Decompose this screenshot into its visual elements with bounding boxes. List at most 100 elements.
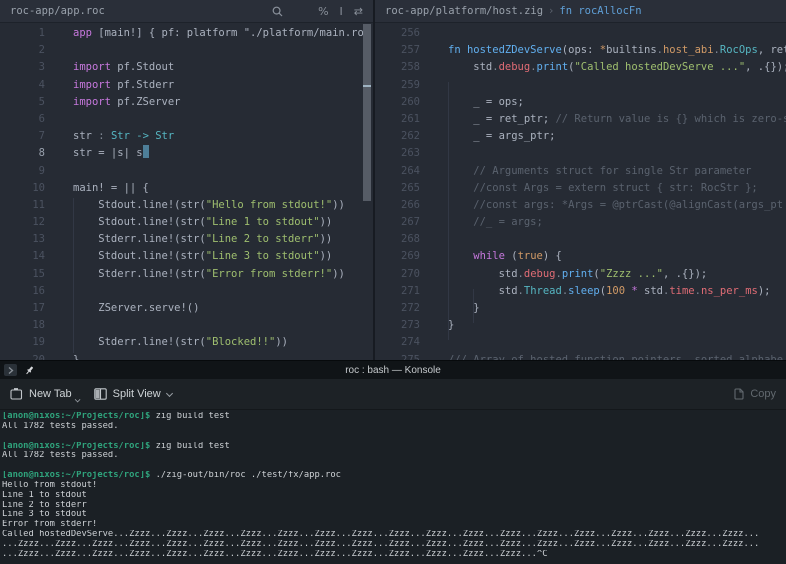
- scrollbar[interactable]: [363, 23, 371, 360]
- line-number: 263: [375, 145, 420, 162]
- chevron-right-icon[interactable]: [4, 364, 17, 376]
- code-line[interactable]: 5import pf.ZServer: [0, 94, 373, 111]
- code-line[interactable]: 259: [375, 77, 786, 94]
- terminal-title-bar: roc : bash — Konsole: [0, 360, 786, 379]
- line-number: 1: [0, 25, 45, 42]
- code-line[interactable]: 20}: [0, 352, 373, 360]
- code-text: Stderr.line!(str("Line 2 to stderr")): [45, 231, 332, 248]
- pin-icon[interactable]: [24, 365, 35, 376]
- code-line[interactable]: 268: [375, 231, 786, 248]
- terminal-output[interactable]: [anon@nixos:~/Projects/roc]$ zig build t…: [0, 410, 786, 564]
- copy-icon: [732, 388, 744, 401]
- filter-icon[interactable]: %: [318, 6, 328, 17]
- code-line[interactable]: 262 _ = args_ptr;: [375, 128, 786, 145]
- line-number: 267: [375, 214, 420, 231]
- code-text: [420, 77, 448, 94]
- code-text: std.debug.print("Called hostedDevServe .…: [420, 59, 786, 76]
- code-line[interactable]: 264 // Arguments struct for single Str p…: [375, 163, 786, 180]
- code-line[interactable]: 4import pf.Stderr: [0, 77, 373, 94]
- line-number: 269: [375, 248, 420, 265]
- terminal-line: All 1782 tests passed.: [2, 451, 786, 461]
- code-text: [420, 334, 448, 351]
- code-line[interactable]: 266 //const args: *Args = @ptrCast(@alig…: [375, 197, 786, 214]
- chevron-down-icon[interactable]: [167, 391, 173, 397]
- code-text: // Arguments struct for single Str param…: [420, 163, 751, 180]
- code-line[interactable]: 261 _ = ret_ptr; // Return value is {} w…: [375, 111, 786, 128]
- indent-guide: [448, 82, 449, 340]
- line-number: 16: [0, 283, 45, 300]
- code-text: }: [45, 352, 79, 360]
- code-line[interactable]: 17 ZServer.serve!(): [0, 300, 373, 317]
- line-number: 258: [375, 59, 420, 76]
- code-text: //const Args = extern struct { str: RocS…: [420, 180, 758, 197]
- code-line[interactable]: 10main! = || {: [0, 180, 373, 197]
- indent-guide: [73, 198, 74, 353]
- code-line[interactable]: 256: [375, 25, 786, 42]
- code-text: [420, 231, 448, 248]
- code-line[interactable]: 18: [0, 317, 373, 334]
- code-line[interactable]: 11 Stdout.line!(str("Hello from stdout!"…: [0, 197, 373, 214]
- line-number: 5: [0, 94, 45, 111]
- code-text: Stdout.line!(str("Line 1 to stdout")): [45, 214, 332, 231]
- line-number: 8: [0, 145, 45, 162]
- new-tab-button[interactable]: New Tab: [10, 388, 72, 400]
- code-line[interactable]: 15 Stderr.line!(str("Error from stderr!"…: [0, 266, 373, 283]
- code-line[interactable]: 267 //_ = args;: [375, 214, 786, 231]
- code-text: _ = ops;: [420, 94, 524, 111]
- code-line[interactable]: 8str = |s| s: [0, 145, 373, 162]
- line-number: 271: [375, 283, 420, 300]
- code-line[interactable]: 9: [0, 163, 373, 180]
- code-line[interactable]: 3import pf.Stdout: [0, 59, 373, 76]
- code-line[interactable]: 1app [main!] { pf: platform "./platform/…: [0, 25, 373, 42]
- switch-icon[interactable]: ⇄: [354, 6, 363, 17]
- scrollbar-cursor-mark: [363, 85, 371, 87]
- code-text: while (true) {: [420, 248, 562, 265]
- cursor-icon[interactable]: I: [340, 6, 343, 17]
- line-number: 3: [0, 59, 45, 76]
- split-view-button[interactable]: Split View: [94, 388, 173, 400]
- code-line[interactable]: 16: [0, 283, 373, 300]
- code-line[interactable]: 257fn hostedZDevServe(ops: *builtins.hos…: [375, 42, 786, 59]
- code-line[interactable]: 14 Stdout.line!(str("Line 3 to stdout")): [0, 248, 373, 265]
- terminal-title-icons: [4, 364, 35, 376]
- copy-button[interactable]: Copy: [732, 388, 776, 401]
- code-line[interactable]: 258 std.debug.print("Called hostedDevSer…: [375, 59, 786, 76]
- code-line[interactable]: 274: [375, 334, 786, 351]
- code-editor-right[interactable]: 256257fn hostedZDevServe(ops: *builtins.…: [375, 23, 786, 360]
- code-line[interactable]: 275/// Array of hosted function pointers…: [375, 352, 786, 360]
- code-line[interactable]: 273}: [375, 317, 786, 334]
- code-line[interactable]: 6: [0, 111, 373, 128]
- code-line[interactable]: 272 }: [375, 300, 786, 317]
- terminal-line: Error from stderr!: [2, 520, 786, 530]
- new-tab-icon: [10, 388, 23, 400]
- code-line[interactable]: 263: [375, 145, 786, 162]
- code-line[interactable]: 260 _ = ops;: [375, 94, 786, 111]
- code-line[interactable]: 269 while (true) {: [375, 248, 786, 265]
- code-line[interactable]: 12 Stdout.line!(str("Line 1 to stdout")): [0, 214, 373, 231]
- line-number: 11: [0, 197, 45, 214]
- line-number: 270: [375, 266, 420, 283]
- terminal-panel: roc : bash — Konsole New Tab Split View …: [0, 360, 786, 564]
- code-line[interactable]: 19 Stderr.line!(str("Blocked!!")): [0, 334, 373, 351]
- editor-pane-left: roc-app/app.roc % I ⇄ 1app [main!] { pf:…: [0, 0, 375, 360]
- scrollbar-thumb[interactable]: [363, 24, 371, 201]
- code-text: fn hostedZDevServe(ops: *builtins.host_a…: [420, 42, 786, 59]
- breadcrumb-symbol[interactable]: fn rocAllocFn: [559, 5, 641, 17]
- code-editor-left[interactable]: 1app [main!] { pf: platform "./platform/…: [0, 23, 373, 360]
- terminal-line: Hello from stdout!: [2, 481, 786, 491]
- breadcrumb[interactable]: roc-app/app.roc: [10, 5, 105, 17]
- code-text: [420, 25, 448, 42]
- code-line[interactable]: 271 std.Thread.sleep(100 * std.time.ns_p…: [375, 283, 786, 300]
- code-line[interactable]: 7str : Str -> Str: [0, 128, 373, 145]
- code-line[interactable]: 270 std.debug.print("Zzzz ...", .{});: [375, 266, 786, 283]
- chevron-down-icon[interactable]: [75, 398, 80, 403]
- code-text: [45, 42, 73, 59]
- code-line[interactable]: 265 //const Args = extern struct { str: …: [375, 180, 786, 197]
- app-window: { "editor": { "left": { "breadcrumb": "r…: [0, 0, 786, 560]
- breadcrumb-path[interactable]: roc-app/platform/host.zig: [385, 5, 543, 17]
- code-line[interactable]: 13 Stderr.line!(str("Line 2 to stderr")): [0, 231, 373, 248]
- pane-header-right: roc-app/platform/host.zig › fn rocAllocF…: [375, 0, 786, 23]
- code-text: [420, 145, 448, 162]
- code-line[interactable]: 2: [0, 42, 373, 59]
- line-number: 275: [375, 352, 420, 360]
